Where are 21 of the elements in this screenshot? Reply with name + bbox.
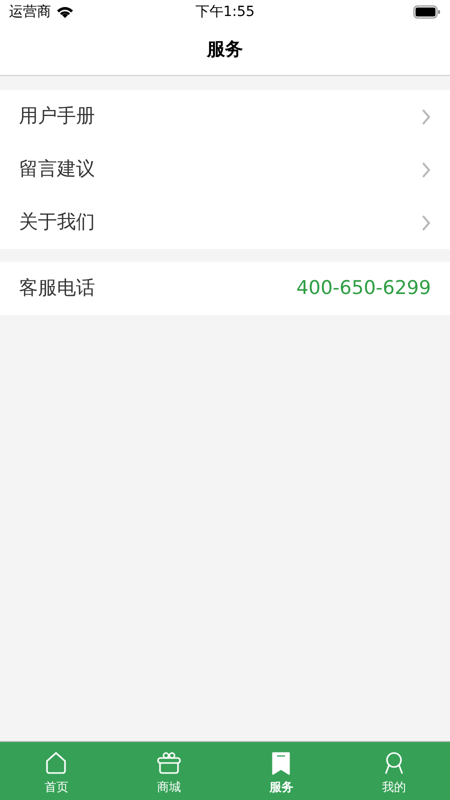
chevron-icon xyxy=(421,162,431,178)
tab[interactable]: 服务 xyxy=(225,742,338,800)
tab[interactable]: 商城 xyxy=(112,742,225,800)
menu-item[interactable]: 用户手册 xyxy=(0,90,450,143)
home-icon xyxy=(44,750,68,774)
menu-item[interactable]: 关于我们 xyxy=(0,196,450,249)
battery-icon xyxy=(413,5,441,19)
carrier-label: 运营商 xyxy=(9,2,51,22)
clock-label: 下午1:55 xyxy=(195,2,255,22)
tab[interactable]: 首页 xyxy=(0,742,112,800)
menu-item[interactable]: 留言建议 xyxy=(0,143,450,196)
tab[interactable]: 我的 xyxy=(338,742,450,800)
wifi-icon xyxy=(56,6,74,18)
phone-link[interactable]: 400-650-6299 xyxy=(296,274,431,303)
bookmark-icon xyxy=(270,750,292,774)
hotline-label: 客服电话 xyxy=(19,276,95,302)
person-icon xyxy=(382,750,405,774)
chevron-icon xyxy=(421,214,431,230)
basket-icon xyxy=(156,750,182,774)
chevron-icon xyxy=(421,108,431,124)
page-title: 服务 xyxy=(207,38,243,62)
